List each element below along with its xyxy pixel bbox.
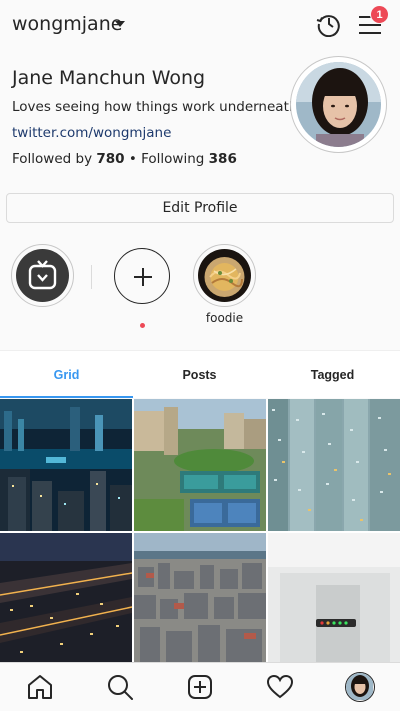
followers-count[interactable]: 780 xyxy=(96,151,124,167)
profile-link[interactable]: twitter.com/wongmjane xyxy=(12,125,171,141)
following-count[interactable]: 386 xyxy=(209,151,237,167)
edit-profile-button[interactable]: Edit Profile xyxy=(6,193,394,223)
follow-counts: Followed by 780 • Following 386 xyxy=(12,151,237,167)
highlight-igtv[interactable] xyxy=(11,244,74,307)
grid-item-apartment-towers[interactable] xyxy=(268,399,400,531)
highlight-divider xyxy=(91,265,92,289)
igtv-icon xyxy=(16,249,69,302)
username[interactable]: wongmjane xyxy=(12,13,122,35)
separator: • xyxy=(128,151,137,167)
new-indicator-dot xyxy=(140,323,145,328)
tab-posts[interactable]: Posts xyxy=(133,351,266,399)
grid-item-racecourse-aerial[interactable] xyxy=(134,399,266,531)
highlight-label-foodie: foodie xyxy=(205,311,244,325)
tab-tagged[interactable]: Tagged xyxy=(266,351,399,399)
notification-badge: 1 xyxy=(370,5,389,24)
following-label: Following xyxy=(141,151,205,167)
photo-grid xyxy=(0,399,400,665)
noodles-image xyxy=(198,249,251,302)
highlight-foodie[interactable] xyxy=(193,244,256,307)
add-post-icon[interactable] xyxy=(185,672,215,702)
avatar-image xyxy=(296,62,381,147)
grid-item-city-night-street[interactable] xyxy=(0,533,132,665)
grid-item-white-room-sign[interactable] xyxy=(268,533,400,665)
top-bar: wongmjane 1 xyxy=(0,0,400,50)
history-icon[interactable] xyxy=(316,11,342,37)
profile-bio: Loves seeing how things work underneath xyxy=(12,99,298,115)
heart-icon[interactable] xyxy=(265,672,295,702)
tab-grid[interactable]: Grid xyxy=(0,351,133,399)
plus-icon xyxy=(134,268,152,286)
profile-tabs: Grid Posts Tagged xyxy=(0,350,400,398)
chevron-down-icon[interactable] xyxy=(115,21,125,27)
grid-item-city-skyline-day[interactable] xyxy=(134,533,266,665)
bottom-nav xyxy=(0,662,400,711)
new-highlight-button[interactable] xyxy=(114,248,170,304)
active-tab-indicator xyxy=(0,396,133,398)
profile-avatar[interactable] xyxy=(290,56,387,153)
grid-item-city-night-harbour[interactable] xyxy=(0,399,132,531)
search-icon[interactable] xyxy=(105,672,135,702)
profile-avatar-tab[interactable] xyxy=(345,672,375,702)
home-icon[interactable] xyxy=(25,672,55,702)
profile-name: Jane Manchun Wong xyxy=(12,67,206,89)
followed-by-label: Followed by xyxy=(12,151,93,167)
